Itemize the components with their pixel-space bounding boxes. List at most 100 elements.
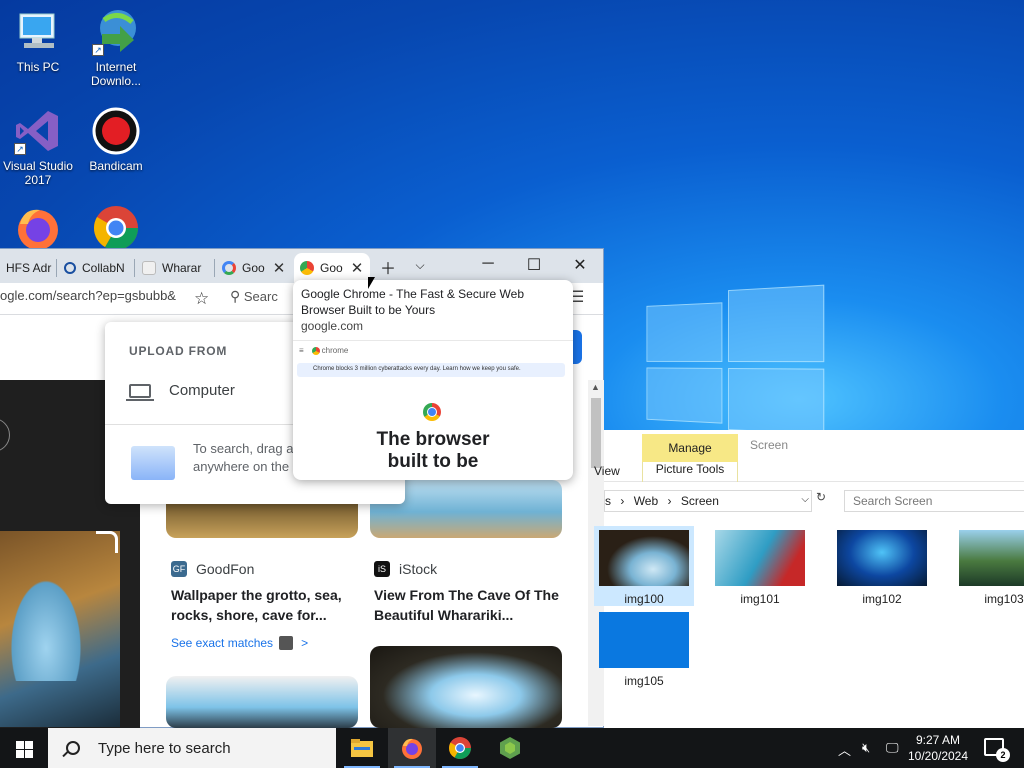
exact-match-thumbnail: [279, 636, 293, 650]
path-segment[interactable]: s: [605, 494, 611, 508]
tab-google-lens[interactable]: Goo ✕: [216, 253, 292, 283]
tab-screen[interactable]: Screen: [750, 438, 788, 452]
tab-manage[interactable]: Manage: [642, 434, 738, 462]
tab-hfs[interactable]: HFS Adr: [0, 253, 54, 283]
search-icon: ⚲: [230, 288, 240, 304]
close-window-icon[interactable]: ✕: [560, 255, 600, 275]
clock[interactable]: 9:27 AM 10/20/2024: [906, 732, 970, 764]
tab-collab[interactable]: CollabN: [58, 253, 132, 283]
preview-banner: Chrome blocks 3 million cyberattacks eve…: [297, 363, 565, 377]
address-bar[interactable]: s › Web › Screen ⌵: [604, 490, 812, 512]
bookmark-star-icon[interactable]: ☆: [194, 289, 209, 309]
search-field[interactable]: ⚲ Searc: [230, 288, 278, 305]
close-icon[interactable]: ✕: [273, 259, 286, 277]
preview-nav: ≡ chrome: [299, 346, 348, 355]
result-source[interactable]: iS iStock: [374, 561, 437, 577]
result-title[interactable]: Wallpaper the grotto, sea, rocks, shore,…: [171, 585, 361, 625]
source-name: GoodFon: [196, 561, 254, 577]
tab-view[interactable]: View: [604, 464, 620, 478]
file-item[interactable]: img103: [954, 530, 1024, 606]
minimize-icon[interactable]: ─: [468, 255, 508, 273]
taskbar-node[interactable]: [486, 728, 534, 768]
exact-matches-label: See exact matches: [171, 636, 273, 650]
search-screen-input[interactable]: Search Screen: [844, 490, 1024, 512]
file-explorer-window[interactable]: Manage Picture Tools Screen View s › Web…: [604, 430, 1024, 728]
notification-center-icon[interactable]: 2: [984, 738, 1004, 756]
start-button[interactable]: [0, 728, 48, 768]
desktop-icon-bandicam[interactable]: Bandicam: [78, 107, 154, 173]
internet-download-manager-icon: ↗: [92, 8, 140, 56]
file-thumbnail: [599, 530, 689, 586]
scrollbar-thumb[interactable]: [591, 398, 601, 468]
clock-time: 9:27 AM: [906, 732, 970, 748]
taskbar-firefox[interactable]: [388, 728, 436, 768]
volume-muted-icon[interactable]: 🔇︎: [862, 740, 870, 756]
url-text: ogle.com/search?ep=gsbubb&: [0, 288, 176, 303]
istock-icon: iS: [374, 561, 390, 577]
computer-label: Computer: [169, 382, 235, 399]
see-exact-matches-link[interactable]: See exact matches >: [171, 636, 308, 650]
circle-button[interactable]: [0, 418, 10, 452]
chevron-down-icon[interactable]: ⌵: [801, 494, 809, 505]
file-thumbnail: [837, 530, 927, 586]
result-image[interactable]: [166, 676, 358, 728]
path-segment[interactable]: Web: [634, 494, 658, 508]
query-image[interactable]: [0, 531, 120, 727]
chevron-right-icon: ›: [620, 494, 624, 508]
show-hidden-icons-chevron-up-icon[interactable]: ︿: [838, 740, 851, 759]
file-name: img102: [862, 592, 901, 606]
taskbar-file-explorer[interactable]: [338, 728, 386, 768]
network-icon[interactable]: 🖵︎: [886, 740, 899, 756]
desktop-icon-visual-studio[interactable]: ↗ Visual Studio 2017: [0, 107, 76, 187]
file-item[interactable]: img101: [710, 530, 810, 606]
file-item[interactable]: img105: [594, 612, 694, 688]
visual-studio-icon: ↗: [14, 107, 62, 155]
file-explorer-icon: [350, 737, 374, 759]
desktop-icon-internet-download-manager[interactable]: ↗ Internet Downlo...: [78, 8, 154, 88]
upload-from-computer-button[interactable]: Computer: [129, 382, 235, 399]
crop-handle[interactable]: [96, 531, 118, 553]
tab-title: CollabN: [82, 261, 125, 275]
preview-nav-label: chrome: [322, 346, 349, 355]
notification-badge: 2: [996, 748, 1010, 762]
file-item[interactable]: img100: [594, 526, 694, 606]
maximize-icon[interactable]: ☐: [514, 255, 554, 275]
clock-date: 10/20/2024: [906, 748, 970, 764]
upload-heading: UPLOAD FROM: [129, 344, 227, 358]
result-image[interactable]: [370, 646, 562, 728]
tab-wharariki[interactable]: Wharar: [136, 253, 212, 283]
chevron-right-icon: >: [301, 636, 308, 650]
tab-title: HFS Adr: [6, 261, 51, 275]
path-segment[interactable]: Screen: [681, 494, 719, 508]
result-source[interactable]: GF GoodFon: [171, 561, 254, 577]
this-pc-icon: [14, 8, 62, 56]
windows-wallpaper-logo: [646, 285, 824, 436]
scroll-up-icon[interactable]: ▲: [591, 382, 600, 392]
search-placeholder: Type here to search: [98, 740, 231, 757]
search-icon: [64, 262, 76, 274]
chrome-icon: [92, 204, 140, 252]
taskbar-search-box[interactable]: Type here to search: [48, 728, 336, 768]
taskbar-chrome[interactable]: [436, 728, 484, 768]
file-thumbnail: [959, 530, 1024, 586]
goodfon-icon: GF: [171, 561, 187, 577]
file-item[interactable]: img102: [832, 530, 932, 606]
bandicam-icon: [92, 107, 140, 155]
tab-hover-card: Google Chrome - The Fast & Secure Web Br…: [293, 280, 573, 480]
ribbon: Manage Picture Tools Screen View: [604, 430, 1024, 482]
close-icon[interactable]: ✕: [351, 259, 364, 277]
hover-card-domain: google.com: [301, 319, 363, 333]
refresh-icon[interactable]: ↻: [816, 490, 832, 512]
tab-list-chevron-down-icon[interactable]: ⌵: [400, 258, 440, 273]
file-thumbnail: [715, 530, 805, 586]
address-bar[interactable]: ogle.com/search?ep=gsbubb&: [0, 288, 176, 303]
chevron-right-icon: ›: [668, 494, 672, 508]
tab-google-chrome[interactable]: Goo ✕: [294, 253, 370, 283]
chrome-logo-icon: [423, 403, 441, 421]
result-title[interactable]: View From The Cave Of The Beautiful Whar…: [374, 585, 564, 625]
desktop-icon-this-pc[interactable]: This PC: [0, 8, 76, 74]
tab-title: Wharar: [162, 261, 201, 275]
hover-card-preview: ≡ chrome Chrome blocks 3 million cyberatt…: [293, 340, 573, 480]
desktop-icon-label: Bandicam: [89, 159, 142, 173]
firefox-icon: [400, 736, 424, 760]
